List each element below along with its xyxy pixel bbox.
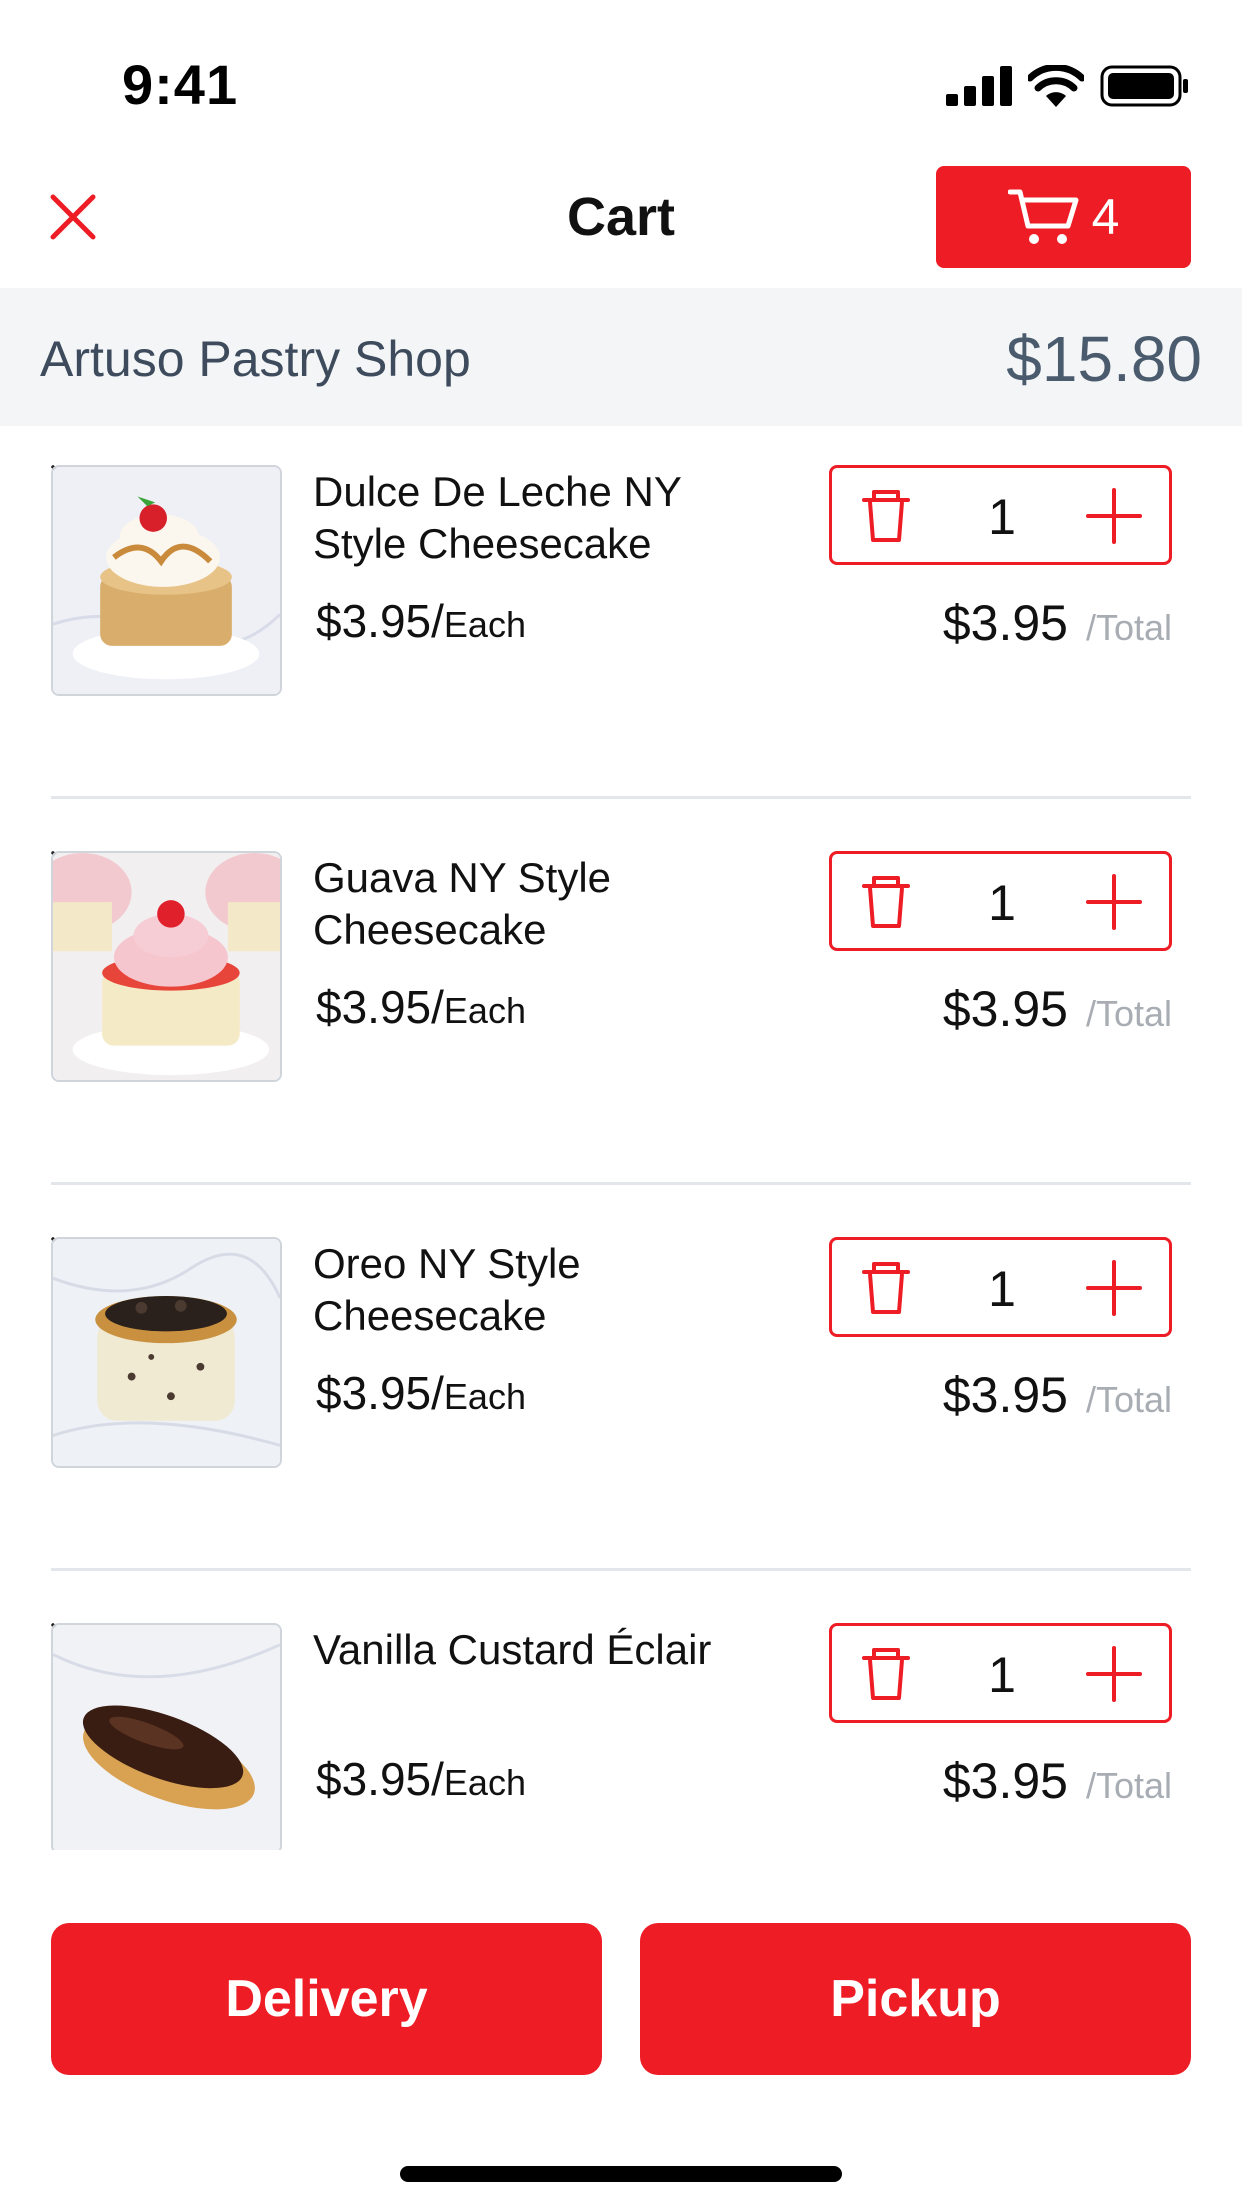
signal-icon xyxy=(946,66,1012,106)
item-divider xyxy=(51,1568,1191,1571)
shop-summary: Artuso Pastry Shop $15.80 xyxy=(0,288,1242,426)
line-total: $3.95 /Total xyxy=(943,1366,1172,1424)
cart-item: Vanilla Custard Éclair $3.95/Each 1 $3.9… xyxy=(0,1584,1242,1850)
cart-item: Guava NY Style Cheesecake $3.95/Each 1 $… xyxy=(0,812,1242,1198)
quantity-stepper: 1 xyxy=(829,1623,1172,1723)
trash-icon xyxy=(862,876,910,928)
item-price-unit: Each xyxy=(443,990,526,1031)
home-indicator[interactable] xyxy=(400,2166,842,2182)
item-price-unit: Each xyxy=(443,1376,526,1417)
item-price-unit: Each xyxy=(443,604,526,645)
trash-icon xyxy=(862,1648,910,1700)
line-total: $3.95 /Total xyxy=(943,1752,1172,1810)
line-total-amount: $3.95 xyxy=(942,1753,1068,1809)
trash-icon xyxy=(862,490,910,542)
cart-item: Dulce De Leche NY Style Cheesecake $3.95… xyxy=(0,426,1242,812)
line-total-amount: $3.95 xyxy=(942,981,1068,1037)
line-total-label: /Total xyxy=(1085,607,1172,648)
cart-list: Dulce De Leche NY Style Cheesecake $3.95… xyxy=(0,426,1242,1850)
battery-icon xyxy=(1100,65,1188,107)
increase-quantity-button[interactable] xyxy=(1084,1644,1144,1704)
item-unit-price: $3.95/Each xyxy=(316,1752,526,1806)
increase-quantity-button[interactable] xyxy=(1084,1258,1144,1318)
status-icons xyxy=(946,62,1190,110)
line-total-amount: $3.95 xyxy=(942,595,1068,651)
status-bar: 9:41 xyxy=(0,0,1242,150)
decrease-quantity-button[interactable] xyxy=(856,486,916,546)
plus-icon xyxy=(1086,874,1142,930)
item-price-unit: Each xyxy=(443,1762,526,1803)
item-image xyxy=(51,1623,282,1850)
cart-button[interactable]: 4 xyxy=(936,166,1191,268)
plus-icon xyxy=(1086,1646,1142,1702)
shop-total: $15.80 xyxy=(1006,323,1202,395)
item-unit-price: $3.95/Each xyxy=(316,594,526,648)
wifi-icon xyxy=(1028,65,1084,107)
line-total: $3.95 /Total xyxy=(943,594,1172,652)
trash-icon xyxy=(862,1262,910,1314)
header: Cart 4 xyxy=(0,150,1242,288)
item-image xyxy=(51,851,282,1082)
item-divider xyxy=(51,1182,1191,1185)
line-total-amount: $3.95 xyxy=(942,1367,1068,1423)
line-total-label: /Total xyxy=(1085,1765,1172,1806)
item-price-value: $3.95/ xyxy=(316,981,444,1033)
item-name: Vanilla Custard Éclair xyxy=(313,1626,712,1673)
delivery-button[interactable]: Delivery xyxy=(51,1923,602,2075)
line-total: $3.95 /Total xyxy=(943,980,1172,1038)
cart-icon xyxy=(1007,189,1079,244)
plus-icon xyxy=(1086,488,1142,544)
item-price-value: $3.95/ xyxy=(316,1367,444,1419)
item-unit-price: $3.95/Each xyxy=(316,980,526,1034)
item-price-value: $3.95/ xyxy=(316,1753,444,1805)
item-name: Oreo NY Style Cheesecake xyxy=(313,1240,581,1339)
status-time: 9:41 xyxy=(122,53,239,116)
line-total-label: /Total xyxy=(1085,1379,1172,1420)
quantity-stepper: 1 xyxy=(829,465,1172,565)
cart-item: Oreo NY Style Cheesecake $3.95/Each 1 $3… xyxy=(0,1198,1242,1584)
shop-name: Artuso Pastry Shop xyxy=(40,331,471,387)
quantity-value: 1 xyxy=(988,1261,1016,1317)
item-name: Dulce De Leche NY Style Cheesecake xyxy=(313,468,682,567)
quantity-value: 1 xyxy=(988,875,1016,931)
item-image xyxy=(51,1237,282,1468)
item-image xyxy=(51,465,282,696)
item-name: Guava NY Style Cheesecake xyxy=(313,854,612,953)
quantity-value: 1 xyxy=(988,489,1016,545)
quantity-stepper: 1 xyxy=(829,851,1172,951)
cart-count: 4 xyxy=(1091,189,1120,245)
item-price-value: $3.95/ xyxy=(316,595,444,647)
plus-icon xyxy=(1086,1260,1142,1316)
quantity-value: 1 xyxy=(988,1647,1016,1703)
decrease-quantity-button[interactable] xyxy=(856,1644,916,1704)
quantity-stepper: 1 xyxy=(829,1237,1172,1337)
decrease-quantity-button[interactable] xyxy=(856,1258,916,1318)
increase-quantity-button[interactable] xyxy=(1084,872,1144,932)
increase-quantity-button[interactable] xyxy=(1084,486,1144,546)
line-total-label: /Total xyxy=(1085,993,1172,1034)
item-divider xyxy=(51,796,1191,799)
decrease-quantity-button[interactable] xyxy=(856,872,916,932)
item-unit-price: $3.95/Each xyxy=(316,1366,526,1420)
pickup-button[interactable]: Pickup xyxy=(640,1923,1191,2075)
